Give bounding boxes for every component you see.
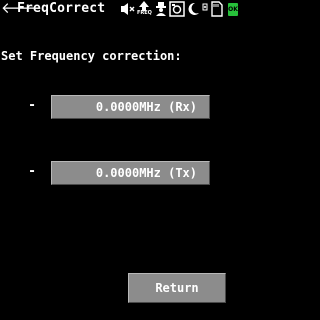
freq-label: FREQ xyxy=(137,10,152,16)
battery-icon: OK xyxy=(228,3,238,16)
moon-icon xyxy=(186,1,200,17)
person-icon xyxy=(154,1,168,17)
title-bar: 🡐 FreqCorrect FREQ OK xyxy=(0,0,240,18)
speaker-muted-icon xyxy=(120,1,136,17)
sd-card-icon xyxy=(202,1,224,17)
tx-decrement-button[interactable]: - xyxy=(24,163,40,181)
tx-correction-field[interactable]: 0.0000MHz (Tx) xyxy=(51,161,210,185)
page-title: FreqCorrect xyxy=(17,1,106,16)
frequency-correction-heading: Set Frequency correction: xyxy=(1,49,182,63)
status-bar: FREQ OK xyxy=(118,0,240,18)
return-button[interactable]: Return xyxy=(128,273,226,303)
rx-correction-field[interactable]: 0.0000MHz (Rx) xyxy=(51,95,210,119)
rx-decrement-button[interactable]: - xyxy=(24,97,40,115)
camera-icon xyxy=(169,1,185,17)
back-arrow-icon[interactable]: 🡐 xyxy=(1,0,41,18)
